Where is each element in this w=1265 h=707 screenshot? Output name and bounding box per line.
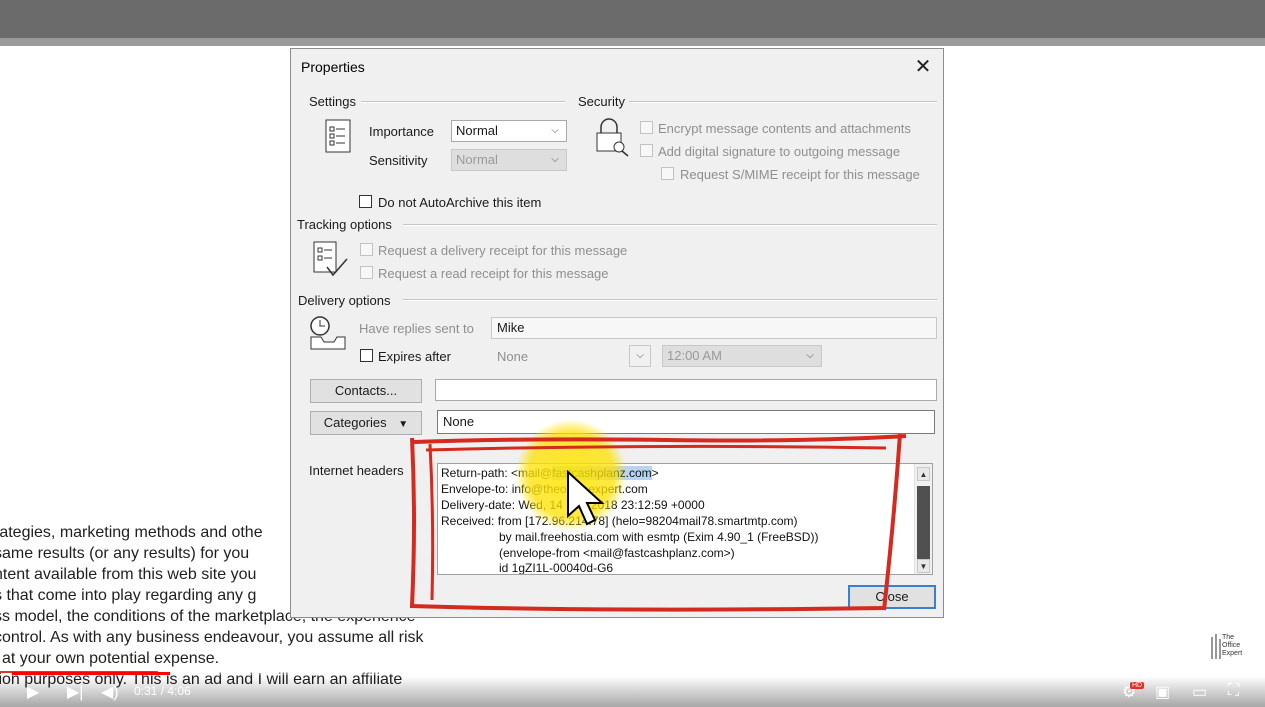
miniplayer-icon[interactable]: ▣ [1155,682,1170,702]
close-button[interactable]: Close [848,585,936,609]
volume-icon[interactable]: ◀) [101,682,119,702]
document-line: control. As with any business endeavour,… [0,629,424,646]
delivery-group-label: Delivery options [298,293,395,308]
document-properties-icon [325,119,351,153]
encrypt-checkbox[interactable] [640,121,653,134]
top-bar-shadow [0,38,1265,46]
brand-line: Office [1222,642,1241,649]
document-line: ntent available from this web site you [0,566,257,583]
top-bar [0,0,1265,38]
scroll-up-icon[interactable]: ▲ [917,467,930,481]
header-line: id 1gZI1L-00040d-G6 [499,561,614,575]
document-line: same results (or any results) for you [0,545,250,562]
settings-divider [361,101,565,103]
security-divider [629,101,937,103]
chevron-down-icon: ⌵ [806,350,814,361]
sensitivity-value: Normal [456,152,498,167]
hd-badge: HD [1130,682,1145,689]
contacts-field[interactable] [435,379,937,401]
categories-button-label: Categories [323,415,387,430]
brand-text: The Office Expert [1222,634,1242,658]
mouse-pointer-icon [567,470,605,526]
expires-time-value: 12:00 AM [667,348,722,363]
digital-signature-checkbox[interactable] [640,144,653,157]
theater-mode-icon[interactable]: ▭ [1192,682,1207,702]
headers-scrollbar[interactable]: ▲ ▼ [914,464,932,574]
read-receipt-label: Request a read receipt for this message [378,266,609,281]
scroll-thumb[interactable] [917,486,930,560]
lock-icon [596,118,629,157]
security-group-label: Security [578,94,629,109]
autoarchive-checkbox[interactable] [359,195,372,208]
sensitivity-label: Sensitivity [369,153,428,168]
properties-dialog: Properties ✕ Settings Importance Normal … [290,48,944,618]
document-line: l at your own potential expense. [0,650,220,667]
header-text: <mail@ [511,466,553,480]
expires-checkbox[interactable] [360,349,373,362]
dialog-title: Properties [301,59,365,75]
tracking-group-label: Tracking options [297,217,396,232]
delivery-receipt-label: Request a delivery receipt for this mess… [378,243,628,258]
categories-button[interactable]: Categories ▼ [310,411,422,435]
dropdown-arrow-icon: ▼ [398,419,409,430]
importance-select[interactable]: Normal ⌵ [451,120,567,142]
read-receipt-checkbox[interactable] [360,266,373,279]
encrypt-label: Encrypt message contents and attachments [658,121,911,136]
tracking-divider [403,224,937,226]
header-line: (envelope-from <mail@fastcashplanz.com>) [499,546,735,560]
header-text: Return-path: [441,466,512,480]
brand-line: The [1222,634,1235,641]
autoarchive-label: Do not AutoArchive this item [378,195,542,210]
categories-field[interactable]: None [437,410,935,434]
header-text: > [651,466,659,480]
chevron-down-icon: ⌵ [636,350,644,361]
document-line: s that come into play regarding any g [0,587,257,604]
clock-inbox-icon [310,316,346,350]
smime-receipt-checkbox[interactable] [661,167,674,180]
play-icon[interactable]: ▶ [27,682,39,702]
delivery-divider [403,299,937,301]
replies-label: Have replies sent to [359,321,474,336]
digital-signature-label: Add digital signature to outgoing messag… [658,144,901,159]
expires-label: Expires after [378,349,451,364]
expires-time-select[interactable]: 12:00 AM ⌵ [662,345,822,367]
importance-label: Importance [369,124,435,139]
header-line: Return-path: <mail@fastcashplanz.com> [441,466,659,481]
header-line: Envelope-to: info@theofficeexpert.com [441,482,648,496]
sensitivity-select[interactable]: Normal ⌵ [451,149,567,171]
progress-played [12,672,170,675]
header-line: by mail.freehostia.com with esmtp (Exim … [499,530,819,544]
scroll-down-icon[interactable]: ▼ [917,559,930,573]
close-icon[interactable]: ✕ [911,55,935,79]
time-display: 0:31 / 4:06 [134,684,191,698]
internet-headers-textarea[interactable]: Return-path: <mail@fastcashplanz.com> En… [437,463,933,575]
next-icon[interactable]: ▶| [67,682,83,702]
expires-date-dropdown[interactable]: ⌵ [629,345,651,367]
delivery-receipt-checkbox[interactable] [360,243,373,256]
brand-line: Expert [1222,650,1243,657]
settings-group-label: Settings [309,94,360,109]
importance-value: Normal [456,123,498,138]
fullscreen-icon[interactable]: ⛶ [1228,682,1239,700]
progress-bar[interactable] [12,672,1253,675]
expires-date-value: None [497,349,529,364]
replies-to-field[interactable]: Mike [491,317,937,339]
smime-receipt-label: Request S/MIME receipt for this message [680,167,920,182]
document-line: rategies, marketing methods and othe [0,524,263,541]
contacts-button[interactable]: Contacts... [310,379,422,403]
header-line: Received: from [172.96.214.78] (helo=982… [441,514,798,528]
tracking-receipt-icon [313,241,348,277]
chevron-down-icon: ⌵ [551,154,559,165]
internet-headers-label: Internet headers [309,463,404,478]
chevron-down-icon: ⌵ [551,125,559,136]
